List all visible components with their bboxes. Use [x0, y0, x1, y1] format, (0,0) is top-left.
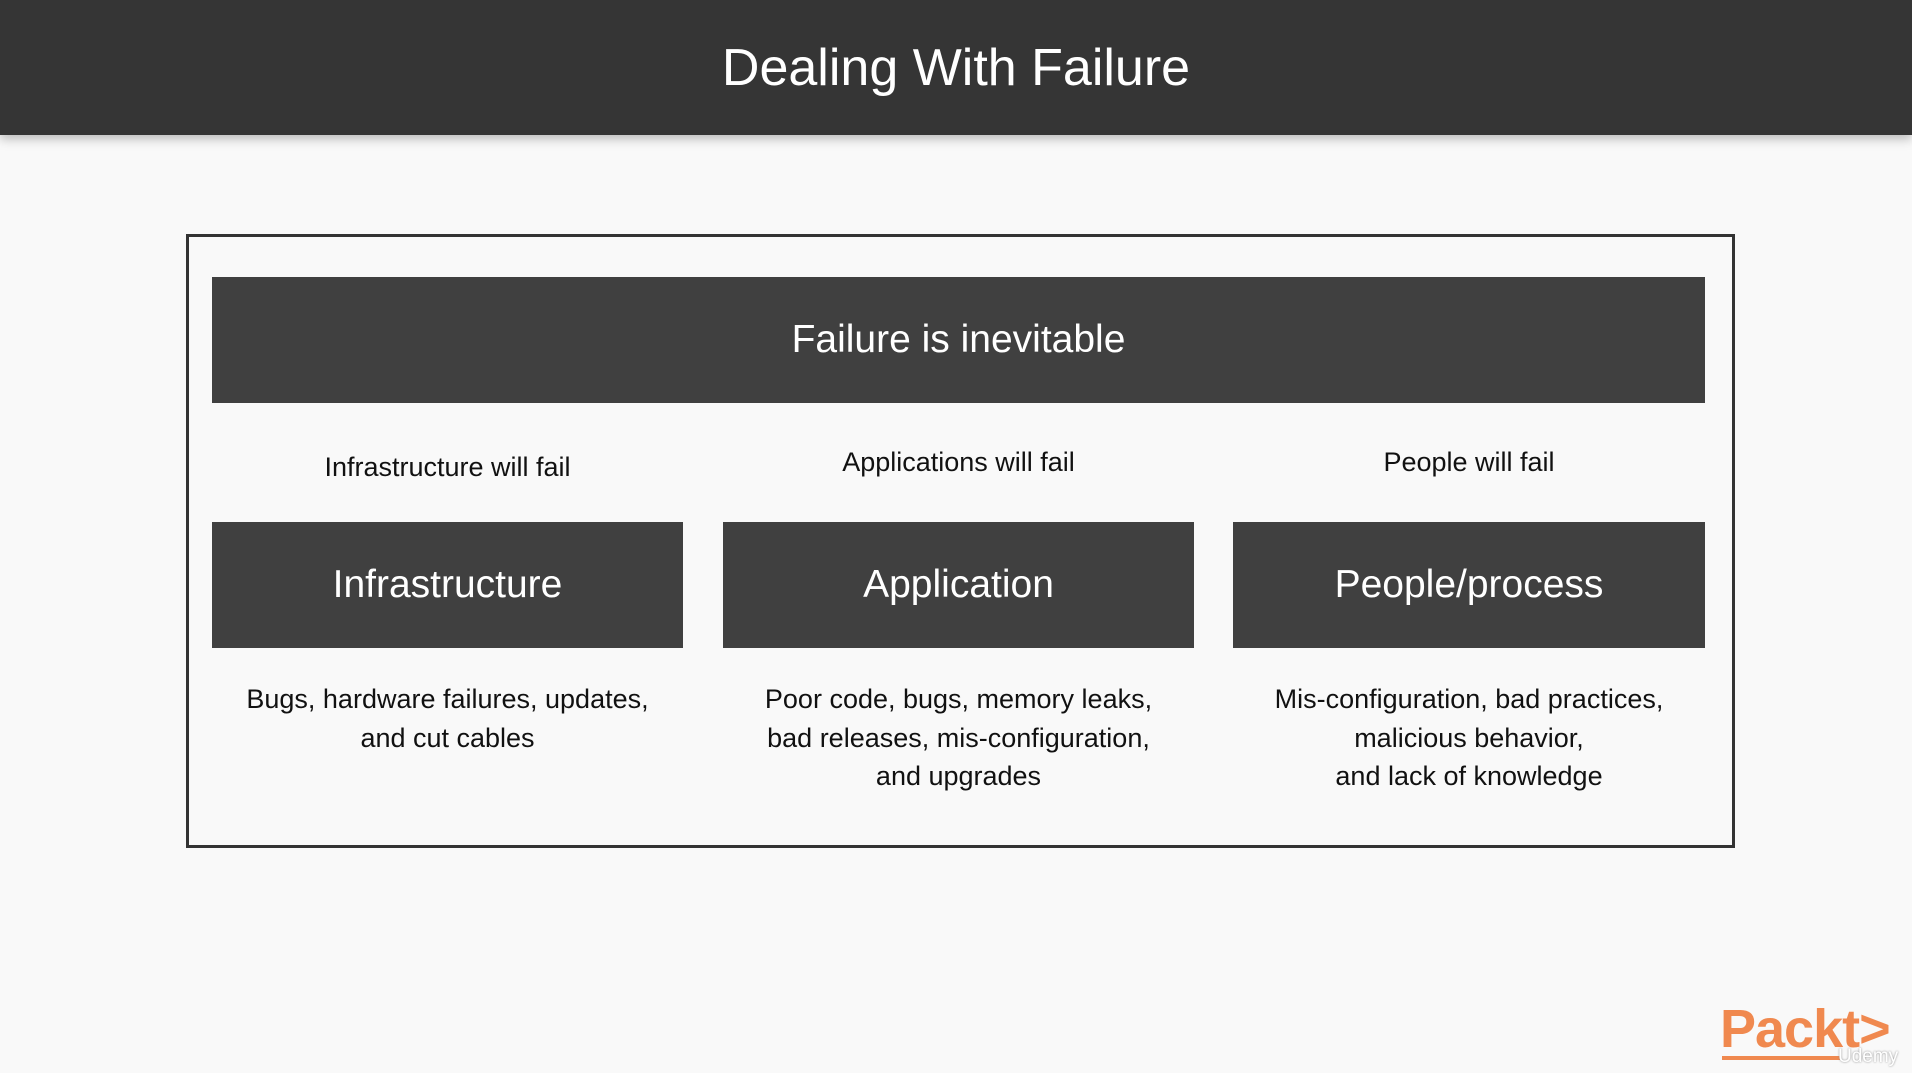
people-process-box: People/process [1233, 522, 1705, 648]
desc-line: malicious behavior, [1354, 722, 1584, 753]
desc-line: and upgrades [875, 761, 1042, 791]
desc-line: bad releases, mis-configuration, [767, 722, 1150, 753]
udemy-watermark: Udemy [1838, 1046, 1899, 1067]
slide-header: Dealing With Failure [0, 0, 1912, 135]
infrastructure-box: Infrastructure [212, 522, 683, 648]
application-description: Poor code, bugs, memory leaks, bad relea… [723, 680, 1194, 796]
people-description: Mis-configuration, bad practices, malici… [1233, 680, 1705, 796]
desc-line: and cut cables [360, 722, 535, 753]
infrastructure-label: Infrastructure will fail [324, 452, 571, 482]
packt-logo: Packt> Udemy [1720, 1002, 1898, 1068]
desc-line: Mis-configuration, bad practices, [1274, 684, 1664, 714]
desc-line: Bugs, hardware failures, updates, [246, 684, 649, 714]
applications-label: Applications will fail [842, 447, 1075, 477]
people-label: People will fail [1383, 447, 1555, 477]
failure-banner: Failure is inevitable [212, 277, 1705, 403]
application-box: Application [723, 522, 1194, 648]
desc-line: Poor code, bugs, memory leaks, [764, 684, 1153, 714]
infrastructure-description: Bugs, hardware failures, updates, and cu… [212, 680, 683, 757]
slide-title: Dealing With Failure [721, 38, 1191, 97]
desc-line: and lack of knowledge [1335, 761, 1603, 791]
packt-logo-underline [1722, 1056, 1840, 1060]
